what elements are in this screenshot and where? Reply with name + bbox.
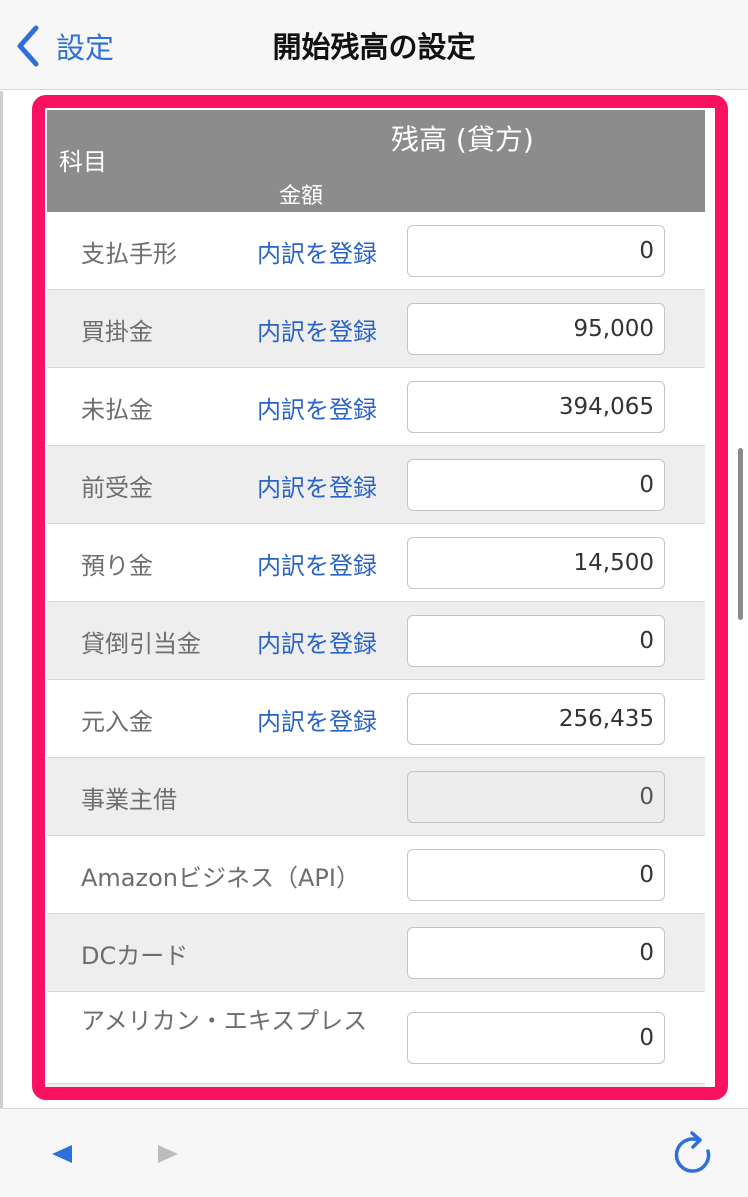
register-breakdown-link[interactable]: 内訳を登録 bbox=[257, 368, 377, 446]
back-button[interactable]: 設定 bbox=[14, 20, 114, 72]
row-label: 元入金 bbox=[81, 707, 153, 736]
table-row: 買掛金 内訳を登録 bbox=[47, 290, 705, 368]
amount-input[interactable] bbox=[407, 693, 665, 745]
table-row: 貸倒引当金 内訳を登録 bbox=[47, 602, 705, 680]
amount-input[interactable] bbox=[407, 303, 665, 355]
amount-input[interactable] bbox=[407, 537, 665, 589]
row-label: アメリカン・エキスプレス bbox=[81, 1007, 368, 1035]
amount-input[interactable] bbox=[407, 459, 665, 511]
table-row: 元入金 内訳を登録 bbox=[47, 680, 705, 758]
content-area: 科目 残高 (貸方) 金額 支払手形 内訳を登録 買掛金 内訳を登録 未払金 内… bbox=[0, 91, 748, 1108]
amount-input[interactable] bbox=[407, 225, 665, 277]
chevron-left-icon bbox=[17, 25, 39, 67]
table-row: 前受金 内訳を登録 bbox=[47, 446, 705, 524]
table-row: Amazonビジネス（API） bbox=[47, 836, 705, 914]
navigation-bar: 設定 開始残高の設定 bbox=[0, 0, 748, 90]
amount-input-disabled bbox=[407, 771, 665, 823]
amount-input[interactable] bbox=[407, 381, 665, 433]
register-breakdown-link[interactable]: 内訳を登録 bbox=[257, 602, 377, 680]
row-label: 前受金 bbox=[81, 473, 153, 502]
amount-input[interactable] bbox=[407, 615, 665, 667]
row-label: 事業主借 bbox=[81, 785, 177, 814]
table-row: DCカード bbox=[47, 914, 705, 992]
row-label: 支払手形 bbox=[81, 239, 177, 268]
refresh-icon[interactable] bbox=[668, 1129, 720, 1181]
triangle-left-icon[interactable] bbox=[46, 1137, 80, 1171]
amount-input[interactable] bbox=[407, 927, 665, 979]
register-breakdown-link[interactable]: 内訳を登録 bbox=[257, 446, 377, 524]
header-amount: 金額 bbox=[279, 184, 324, 209]
table-row: 事業主借 bbox=[47, 758, 705, 836]
account-list: 支払手形 内訳を登録 買掛金 内訳を登録 未払金 内訳を登録 前受金 内訳を登録… bbox=[47, 212, 705, 1087]
amount-input[interactable] bbox=[407, 1012, 665, 1064]
scrollbar[interactable] bbox=[738, 448, 743, 620]
register-breakdown-link[interactable]: 内訳を登録 bbox=[257, 680, 377, 758]
amount-input[interactable] bbox=[407, 849, 665, 901]
row-label: 預り金 bbox=[81, 551, 153, 580]
header-balance: 残高 (貸方) bbox=[391, 123, 534, 156]
table-header: 科目 残高 (貸方) 金額 bbox=[47, 110, 705, 212]
register-breakdown-link[interactable]: 内訳を登録 bbox=[257, 212, 377, 290]
register-breakdown-link[interactable]: 内訳を登録 bbox=[257, 290, 377, 368]
table-row: 支払手形 内訳を登録 bbox=[47, 212, 705, 290]
left-gutter bbox=[0, 91, 3, 1108]
table-row: 預り金 内訳を登録 bbox=[47, 524, 705, 602]
table-row: アメリカン・エキスプレス bbox=[47, 992, 705, 1084]
back-label: 設定 bbox=[56, 31, 115, 65]
highlight-frame: 科目 残高 (貸方) 金額 支払手形 内訳を登録 買掛金 内訳を登録 未払金 内… bbox=[32, 95, 728, 1100]
table-row-partial bbox=[47, 1084, 705, 1087]
row-label: 貸倒引当金 bbox=[81, 629, 201, 658]
bottom-toolbar bbox=[0, 1108, 748, 1197]
row-label: 未払金 bbox=[81, 395, 153, 424]
table-row: 未払金 内訳を登録 bbox=[47, 368, 705, 446]
register-breakdown-link[interactable]: 内訳を登録 bbox=[257, 524, 377, 602]
header-subject: 科目 bbox=[59, 148, 107, 176]
triangle-right-icon[interactable] bbox=[150, 1137, 184, 1171]
row-label: Amazonビジネス（API） bbox=[81, 863, 360, 892]
row-label: DCカード bbox=[81, 941, 189, 970]
row-label: 買掛金 bbox=[81, 317, 153, 346]
